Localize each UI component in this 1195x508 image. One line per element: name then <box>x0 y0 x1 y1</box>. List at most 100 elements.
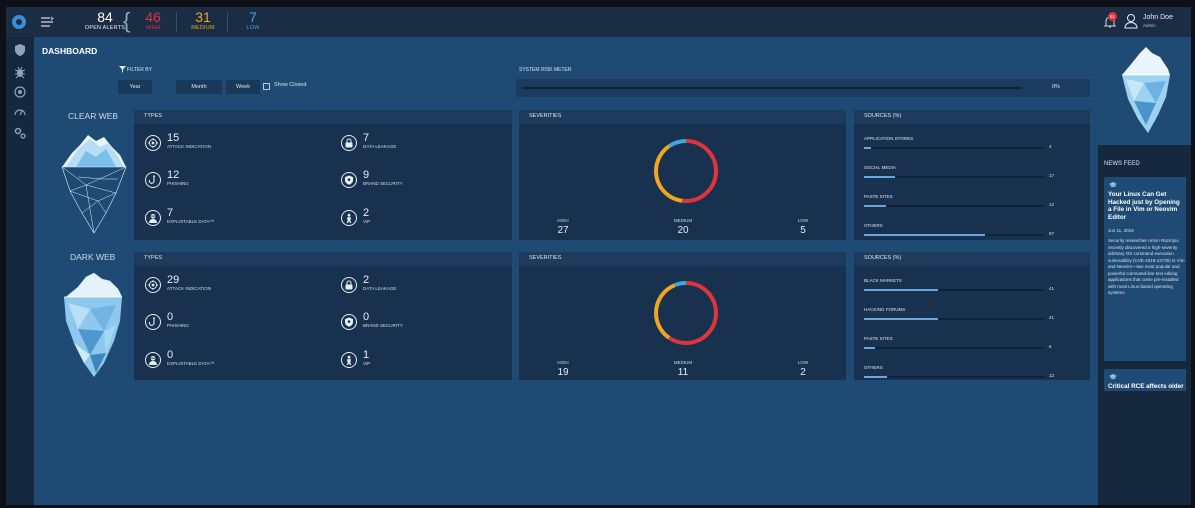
sources-title: SOURCES (%) <box>864 255 902 261</box>
low-alerts-count: 7 <box>249 9 257 25</box>
panel-header: TYPES <box>134 252 512 266</box>
high-alerts-count: 46 <box>145 9 161 25</box>
vip-icon <box>341 210 357 226</box>
vip-icon <box>341 352 357 368</box>
source-bar-fill <box>864 289 938 291</box>
type-count: 15 <box>167 132 180 144</box>
severity-label: LOW <box>797 360 809 365</box>
dark-web-severity-donut[interactable] <box>650 277 722 349</box>
sidebar <box>6 37 34 505</box>
type-count: 9 <box>363 169 370 181</box>
source-bar-fill <box>864 234 985 236</box>
gauge-icon[interactable] <box>13 105 27 119</box>
show-closed-label[interactable]: Show Closed <box>274 82 306 88</box>
dark-web-severities-panel: SEVERITIES HIGH 19 MEDIUM 11 LOW 2 <box>519 252 846 380</box>
source-label: OTHERS <box>864 365 883 370</box>
type-count: 0 <box>363 311 370 323</box>
source-label: PASTE SITES <box>864 336 893 341</box>
dark-web-icon[interactable] <box>13 85 27 99</box>
type-count: 2 <box>363 207 370 219</box>
medium-alerts-label: MEDIUM <box>191 25 215 31</box>
open-alerts-stat[interactable]: 84 OPEN ALERTS <box>84 9 126 32</box>
menu-toggle-icon[interactable] <box>40 16 54 28</box>
shield-icon[interactable] <box>13 43 27 57</box>
high-alerts-stat[interactable]: 46 HIGH <box>138 9 168 32</box>
app-logo-icon[interactable] <box>12 15 26 29</box>
dark-web-sources-panel: SOURCES (%) BLACK MARKETS 41 HACKING FORUM… <box>854 252 1090 380</box>
filter-month-button[interactable]: Month <box>176 80 222 94</box>
low-alerts-stat[interactable]: 7 LOW <box>238 9 268 32</box>
clear-web-severity-donut[interactable] <box>650 135 722 207</box>
source-label: OTHERS <box>864 223 883 228</box>
medium-alerts-count: 31 <box>195 9 211 25</box>
news-item[interactable]: Your Linux Can Get Hacked just by Openin… <box>1104 177 1186 361</box>
source-value: 6 <box>1049 344 1052 349</box>
news-item[interactable]: Critical RCE affects older <box>1104 369 1186 391</box>
medium-alerts-stat[interactable]: 31 MEDIUM <box>186 9 220 32</box>
type-label: BRAND SECURITY <box>363 181 403 186</box>
source-bar-fill <box>864 376 888 378</box>
type-label: VIP <box>363 219 371 224</box>
filter-icon <box>119 66 126 73</box>
type-count: 0 <box>167 311 174 323</box>
type-label: DATA LEAKAGE <box>363 286 397 291</box>
panel-header: TYPES <box>134 110 512 124</box>
severity-value: 20 <box>677 225 689 236</box>
news-headline[interactable]: Critical RCE affects older <box>1108 383 1184 391</box>
source-bar-fill <box>864 147 872 149</box>
type-count: 12 <box>167 169 180 181</box>
iceberg-illustration <box>1122 47 1170 133</box>
dashboard-main: DASHBOARD FILTER BY Year Month Week Show… <box>34 37 1098 505</box>
news-body: Security researcher Armin Razmjou recent… <box>1108 238 1185 295</box>
type-label: PHISHING <box>167 323 189 328</box>
type-count: 2 <box>363 274 370 286</box>
shield-icon <box>341 314 357 330</box>
source-bar-track <box>864 318 1044 320</box>
open-alerts-label: OPEN ALERTS <box>84 25 126 31</box>
risk-meter-label: SYSTEM RISK METER <box>519 67 572 73</box>
source-bar-track <box>864 147 1044 149</box>
type-label: DATA LEAKAGE <box>363 144 397 149</box>
risk-meter-track <box>522 87 1022 89</box>
filter-week-button[interactable]: Week <box>226 80 260 94</box>
dark-web-label: DARK WEB <box>70 252 116 262</box>
news-feed-title: NEWS FEED <box>1104 161 1140 167</box>
bug-icon[interactable] <box>13 65 27 79</box>
source-label: BLACK MARKETS <box>864 278 902 283</box>
source-label: APPLICATION STORES <box>864 136 914 141</box>
notification-badge: 61 <box>1108 12 1117 21</box>
risk-meter: 0% <box>516 79 1090 97</box>
source-value: 13 <box>1049 373 1055 378</box>
source-value: 12 <box>1049 202 1055 207</box>
news-sidebar-header <box>1098 37 1191 145</box>
source-value: 4 <box>1049 144 1052 149</box>
news-headline[interactable]: Your Linux Can Get Hacked just by Openin… <box>1108 191 1184 221</box>
severity-label: HIGH <box>557 218 569 223</box>
user-avatar-icon[interactable] <box>1123 13 1139 29</box>
source-value: 67 <box>1049 231 1055 236</box>
severity-label: MEDIUM <box>673 360 693 365</box>
user-name[interactable]: John Doe <box>1143 14 1173 21</box>
source-bar-fill <box>864 318 938 320</box>
stat-divider <box>227 12 228 32</box>
source-bar-track <box>864 376 1044 378</box>
hook-icon <box>145 172 161 188</box>
low-alerts-label: LOW <box>246 25 260 31</box>
source-bar-fill <box>864 347 875 349</box>
type-count: 29 <box>167 274 180 286</box>
clear-web-iceberg-image <box>61 135 127 234</box>
shield-icon <box>341 172 357 188</box>
severity-value: 2 <box>800 367 806 378</box>
severities-title: SEVERITIES <box>529 255 562 261</box>
clear-web-types-panel: TYPES 15 ATTACK INDICATION 7 DATA LEAKAGE 12… <box>134 110 512 240</box>
settings-gear-icon[interactable] <box>13 126 27 140</box>
show-closed-checkbox[interactable] <box>263 83 270 90</box>
source-bar-fill <box>864 176 895 178</box>
dark-web-types-panel: TYPES 29 ATTACK INDICATION 2 DATA LEAKAGE 0 P… <box>134 252 512 380</box>
source-bar-track <box>864 234 1044 236</box>
severity-value: 11 <box>677 367 689 378</box>
source-value: 41 <box>1049 315 1055 320</box>
filter-year-button[interactable]: Year <box>118 80 152 94</box>
dark-web-iceberg-image <box>64 272 123 377</box>
source-bar-fill <box>864 205 886 207</box>
